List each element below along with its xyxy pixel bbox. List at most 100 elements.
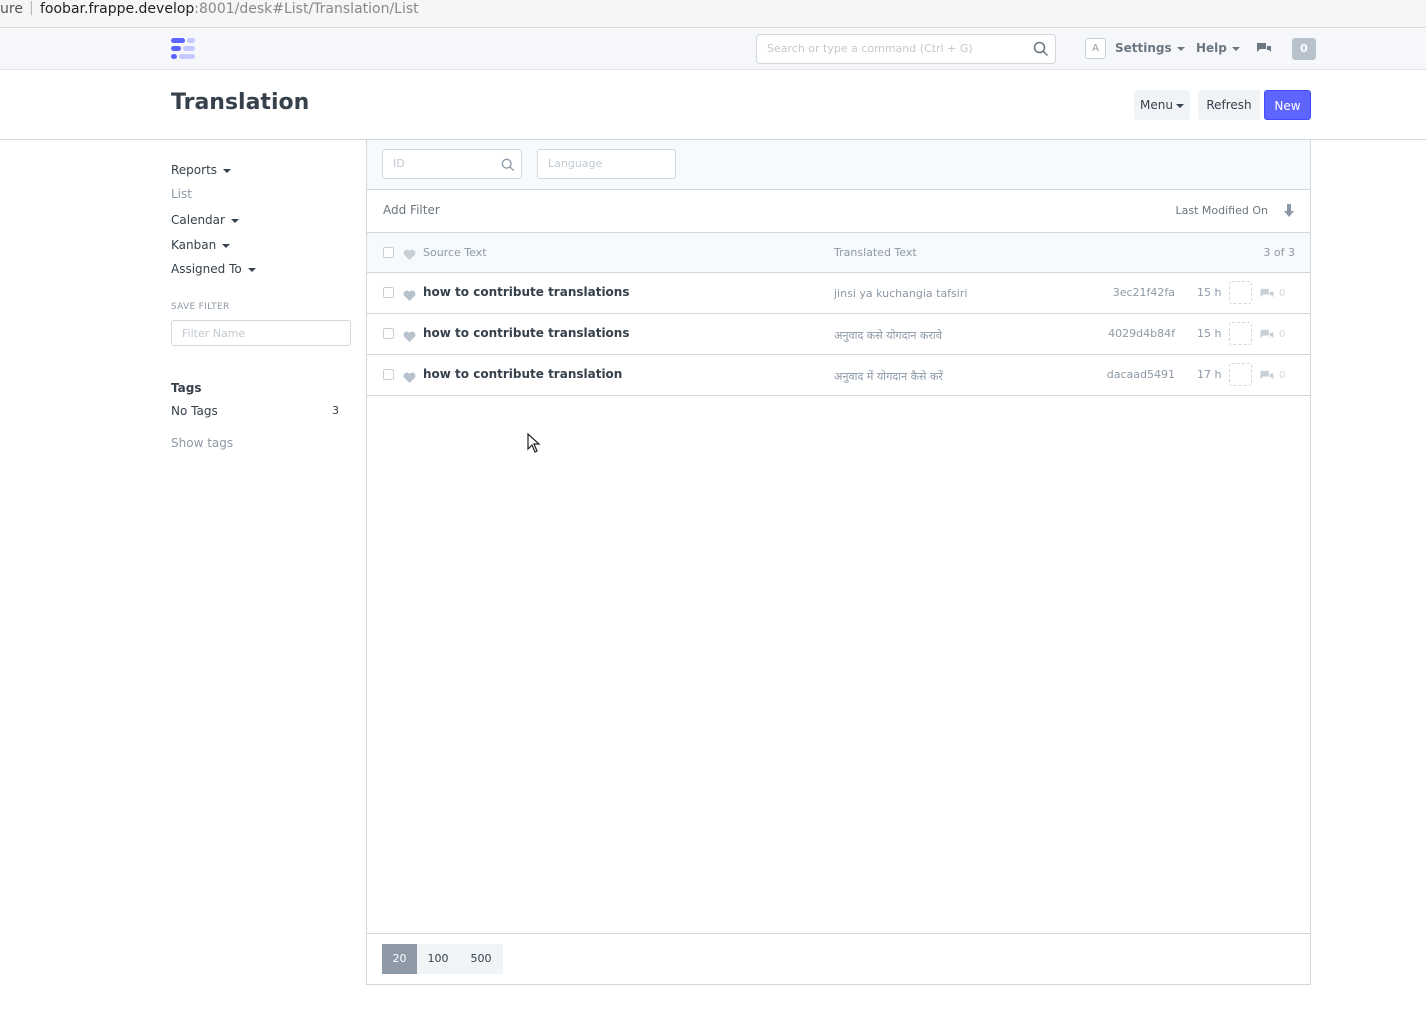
- search-icon: [501, 157, 515, 176]
- id-filter-input[interactable]: [393, 157, 493, 170]
- page-title: Translation: [171, 90, 310, 115]
- row-modified: 15 h: [1197, 327, 1222, 340]
- chevron-down-icon: [1175, 103, 1184, 108]
- chat-icon[interactable]: [1256, 41, 1272, 60]
- chevron-down-icon: [223, 168, 232, 173]
- sidebar-item-label: Assigned To: [171, 262, 242, 276]
- assign-avatar[interactable]: [1229, 363, 1252, 386]
- notification-badge[interactable]: 0: [1292, 38, 1316, 60]
- sidebar-item-label: Calendar: [171, 213, 225, 227]
- add-filter-button[interactable]: Add Filter: [383, 203, 440, 217]
- url-separator: |: [29, 0, 34, 16]
- column-source-text: Source Text: [423, 246, 487, 259]
- sidebar-item-calendar[interactable]: Calendar: [171, 213, 239, 227]
- sort-selector[interactable]: Last Modified On: [1176, 204, 1268, 217]
- comment-count: 0: [1279, 329, 1286, 340]
- row-source-text[interactable]: how to contribute translations: [423, 285, 630, 299]
- standard-filters: [367, 140, 1310, 190]
- user-avatar[interactable]: A: [1085, 38, 1106, 59]
- app-navbar: A Settings Help 0: [0, 29, 1426, 70]
- table-row[interactable]: how to contribute translation अनुवाद में…: [367, 355, 1310, 396]
- search-icon[interactable]: [1033, 41, 1049, 61]
- help-dropdown[interactable]: Help: [1196, 41, 1240, 55]
- frappe-logo-icon[interactable]: [171, 36, 197, 62]
- row-modified: 17 h: [1197, 368, 1222, 381]
- row-source-text[interactable]: how to contribute translation: [423, 367, 622, 381]
- select-all-checkbox[interactable]: [383, 247, 394, 258]
- help-label: Help: [1196, 41, 1227, 55]
- settings-label: Settings: [1115, 41, 1172, 55]
- chevron-down-icon: [1176, 46, 1185, 51]
- heart-icon[interactable]: [403, 287, 416, 306]
- browser-url-bar[interactable]: ure | foobar.frappe.develop:8001/desk#Li…: [0, 0, 1426, 28]
- url-host: foobar.frappe.develop: [40, 1, 195, 17]
- filter-bar: Add Filter Last Modified On: [367, 190, 1310, 233]
- page-length-100[interactable]: 100: [417, 944, 459, 974]
- filter-name-input[interactable]: [182, 327, 342, 340]
- language-filter[interactable]: [537, 149, 676, 179]
- no-tags-link[interactable]: No Tags: [171, 404, 218, 418]
- chevron-down-icon: [1231, 46, 1240, 51]
- comment-icon: [1259, 368, 1275, 387]
- menu-button[interactable]: Menu: [1134, 90, 1190, 120]
- paging-area: 20 100 500: [367, 933, 1310, 984]
- sort-order-button[interactable]: [1278, 200, 1300, 222]
- row-source-text[interactable]: how to contribute translations: [423, 326, 630, 340]
- url-prefix: ure: [0, 1, 23, 17]
- row-translated-text: अनुवाद कसे योगदान करावे: [834, 329, 942, 342]
- sidebar-item-label: List: [171, 187, 192, 201]
- row-checkbox[interactable]: [383, 369, 394, 380]
- menu-label: Menu: [1140, 98, 1173, 112]
- save-filter-label: SAVE FILTER: [171, 302, 230, 312]
- heart-icon[interactable]: [403, 246, 416, 265]
- row-name: 3ec21f42fa: [1112, 286, 1175, 299]
- no-tags-count: 3: [332, 404, 339, 417]
- column-translated-text: Translated Text: [834, 246, 917, 259]
- search-input[interactable]: [767, 42, 1027, 55]
- row-name: dacaad5491: [1106, 368, 1175, 381]
- heart-icon[interactable]: [403, 369, 416, 388]
- sidebar-item-assigned-to[interactable]: Assigned To: [171, 262, 256, 276]
- comment-icon: [1259, 286, 1275, 305]
- assign-avatar[interactable]: [1229, 322, 1252, 345]
- row-name: 4029d4b84f: [1108, 327, 1175, 340]
- chevron-down-icon: [230, 218, 239, 223]
- refresh-button[interactable]: Refresh: [1198, 90, 1260, 120]
- list-header-row: Source Text Translated Text 3 of 3: [367, 233, 1310, 273]
- heart-icon[interactable]: [403, 328, 416, 347]
- settings-dropdown[interactable]: Settings: [1115, 41, 1185, 55]
- sidebar-item-label: Kanban: [171, 238, 217, 252]
- new-button[interactable]: New: [1264, 90, 1311, 120]
- sidebar-item-reports[interactable]: Reports: [171, 163, 232, 177]
- chevron-down-icon: [247, 267, 256, 272]
- page-length-20[interactable]: 20: [382, 944, 417, 974]
- result-count: 3 of 3: [1263, 246, 1295, 259]
- row-modified: 15 h: [1197, 286, 1222, 299]
- mouse-cursor-icon: [527, 432, 541, 457]
- sidebar-item-kanban[interactable]: Kanban: [171, 238, 231, 252]
- row-checkbox[interactable]: [383, 287, 394, 298]
- page-head: Translation Menu Refresh New: [0, 70, 1426, 140]
- chevron-down-icon: [222, 243, 231, 248]
- sidebar-item-label: Reports: [171, 163, 218, 177]
- url-text[interactable]: foobar.frappe.develop:8001/desk#List/Tra…: [40, 1, 419, 17]
- id-filter[interactable]: [382, 149, 522, 179]
- table-row[interactable]: how to contribute translations jinsi ya …: [367, 273, 1310, 314]
- url-path: :8001/desk#List/Translation/List: [194, 1, 419, 17]
- page-length-500[interactable]: 500: [459, 944, 503, 974]
- table-row[interactable]: how to contribute translations अनुवाद कस…: [367, 314, 1310, 355]
- tags-heading: Tags: [171, 381, 202, 395]
- filter-name-field[interactable]: [171, 320, 351, 346]
- sidebar-item-list[interactable]: List: [171, 187, 192, 201]
- language-filter-input[interactable]: [548, 157, 648, 170]
- sort-descending-icon: [1284, 204, 1294, 217]
- show-tags-link[interactable]: Show tags: [171, 436, 233, 450]
- comment-icon: [1259, 327, 1275, 346]
- comment-count: 0: [1279, 288, 1286, 299]
- row-checkbox[interactable]: [383, 328, 394, 339]
- assign-avatar[interactable]: [1229, 281, 1252, 304]
- row-translated-text: अनुवाद में योगदान कैसे करें: [834, 370, 943, 383]
- row-translated-text: jinsi ya kuchangia tafsiri: [834, 287, 968, 300]
- comment-count: 0: [1279, 370, 1286, 381]
- awesome-bar[interactable]: [756, 34, 1056, 64]
